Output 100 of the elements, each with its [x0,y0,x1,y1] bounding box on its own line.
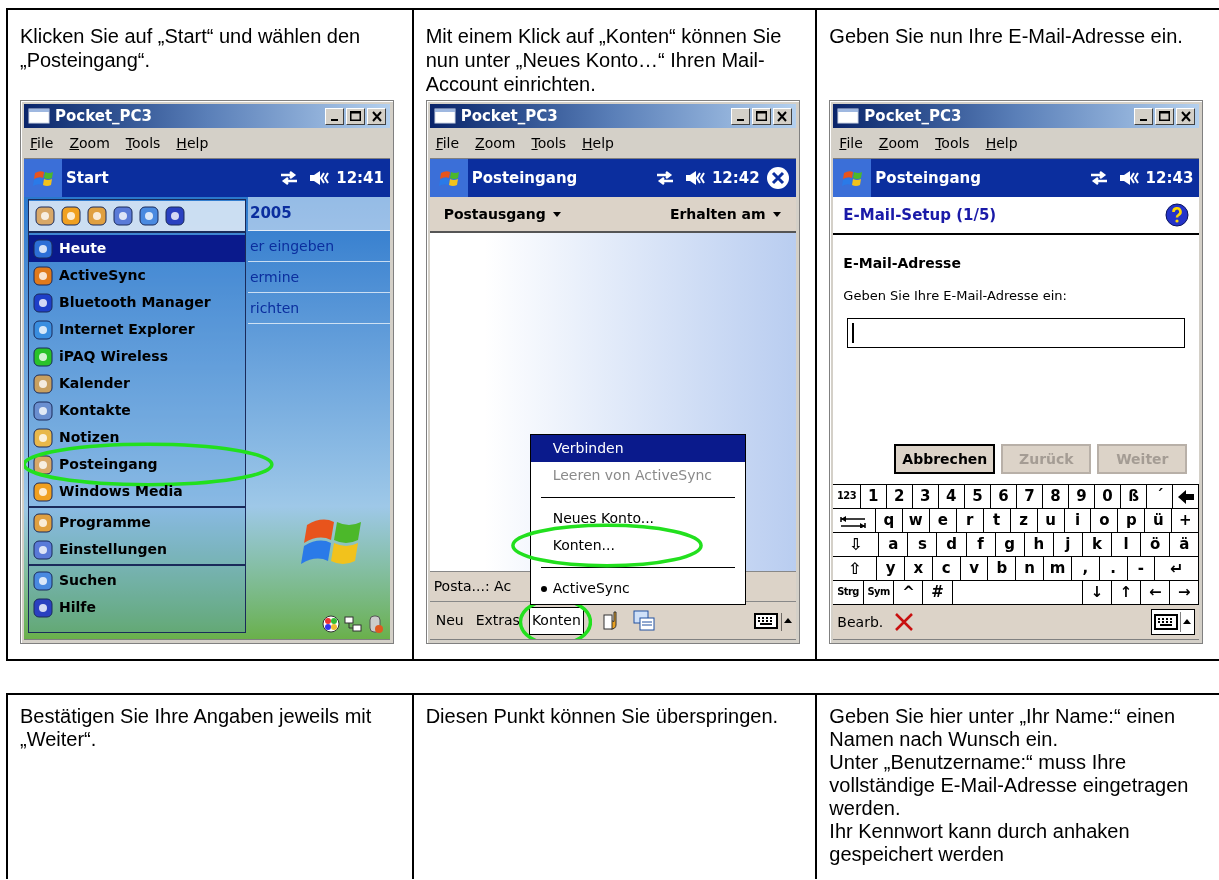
menu-item[interactable]: Help [176,132,209,154]
caret-up-icon[interactable] [780,610,793,631]
menu-item[interactable]: Verbinden [530,435,745,462]
keyboard-icon[interactable] [1154,612,1179,632]
key[interactable]: ⇧ [833,557,878,580]
network-icon[interactable] [344,615,362,633]
today-item[interactable]: 2005 [248,197,390,231]
key[interactable]: 0 [1095,485,1122,508]
close-button[interactable] [772,107,792,125]
menu-item[interactable]: Zoom [69,132,110,154]
key[interactable]: ß [1121,485,1148,508]
menu-item[interactable]: Einstellungen [29,536,245,563]
tray-icon[interactable] [322,615,340,633]
key[interactable]: - [1127,557,1156,580]
key[interactable]: c [932,557,961,580]
close-icon[interactable] [765,166,790,190]
menu-item[interactable]: Internet Explorer [29,316,245,343]
key[interactable]: ↓ [1082,581,1112,604]
menu-item[interactable]: ActiveSync [29,262,245,289]
menu-item[interactable]: Bluetooth Manager [29,289,245,316]
key[interactable]: ö [1141,533,1171,556]
key[interactable]: u [1037,509,1065,532]
start-button[interactable] [429,159,468,197]
key[interactable]: v [960,557,989,580]
cross-icon[interactable] [893,611,916,633]
maximize-button[interactable] [346,107,365,125]
menu-item[interactable]: Heute [29,235,245,262]
key[interactable]: ä [1170,533,1200,556]
menu-item[interactable]: Tools [531,132,566,154]
menu-item[interactable]: Tools [935,132,970,154]
menu-item[interactable]: File [435,132,460,154]
key[interactable]: n [1016,557,1045,580]
key[interactable]: 1 [860,485,887,508]
key[interactable]: ↑ [1112,581,1142,604]
key[interactable]: i [1064,509,1092,532]
key[interactable]: w [902,509,930,532]
close-button[interactable] [1176,107,1196,125]
key[interactable]: 123 [833,485,861,508]
key[interactable]: 6 [990,485,1017,508]
speaker-icon[interactable] [683,169,708,187]
window-list-icon[interactable] [631,608,656,633]
menu-item[interactable]: Kontakte [29,397,245,424]
key[interactable]: ^ [894,581,924,604]
keyboard-icon[interactable] [753,610,778,631]
key[interactable]: 9 [1069,485,1096,508]
key[interactable]: 4 [938,485,965,508]
menu-item[interactable]: File [839,132,863,154]
key[interactable]: z [1010,509,1038,532]
key[interactable]: # [923,581,953,604]
sort-dropdown[interactable]: Erhalten am [669,203,782,225]
key[interactable]: a [879,533,909,556]
folder-dropdown[interactable]: Postausgang [443,203,562,225]
help-icon[interactable] [1165,203,1190,227]
caret-up-icon[interactable] [1180,612,1193,632]
minimize-button[interactable] [325,107,344,125]
close-button[interactable] [367,107,386,125]
key[interactable]: q [875,509,903,532]
key[interactable]: 2 [886,485,913,508]
key[interactable]: s [908,533,938,556]
menu-item[interactable]: File [30,132,54,154]
key[interactable]: x [905,557,933,580]
start-button[interactable] [24,159,62,197]
key[interactable]: p [1118,509,1146,532]
key[interactable]: h [1024,533,1054,556]
key[interactable]: d [937,533,967,556]
toolbar-button[interactable]: Konten [528,606,584,635]
key[interactable]: b [988,557,1017,580]
key[interactable]: ↵ [1155,557,1200,580]
menu-item[interactable]: Windows Media [29,478,245,505]
key[interactable]: 5 [964,485,991,508]
start-button[interactable] [833,159,872,197]
menu-item[interactable]: Tools [125,132,161,154]
menu-item[interactable]: Programme [29,509,245,536]
speaker-icon[interactable] [1117,169,1142,187]
key[interactable]: l [1112,533,1142,556]
key[interactable]: k [1082,533,1113,556]
toolbar-button[interactable]: Extras [472,606,523,635]
key[interactable]: y [877,557,906,580]
email-input-field[interactable] [847,317,1186,348]
menu-item[interactable]: Kalender [29,370,245,397]
key[interactable]: f [966,533,996,556]
key[interactable]: 8 [1042,485,1069,508]
key[interactable]: m [1044,557,1072,580]
menu-item[interactable]: Konten... [530,532,745,559]
today-item[interactable]: richten [248,293,390,324]
menu-item[interactable]: Neues Konto... [530,505,745,532]
maximize-button[interactable] [1155,107,1175,125]
key[interactable]: 3 [912,485,939,508]
key[interactable]: ü [1145,509,1173,532]
menu-item[interactable]: ActiveSync [530,575,745,602]
key[interactable]: ⇩ [833,533,880,556]
key[interactable]: + [1172,509,1200,532]
key[interactable]: 7 [1016,485,1043,508]
key[interactable]: Strg [833,581,864,604]
key[interactable]: j [1053,533,1083,556]
toolbar-button[interactable]: Neu [432,606,467,635]
key[interactable]: ← [1141,581,1171,604]
key[interactable]: o [1091,509,1119,532]
key[interactable]: ´ [1147,485,1174,508]
key[interactable]: e [929,509,957,532]
